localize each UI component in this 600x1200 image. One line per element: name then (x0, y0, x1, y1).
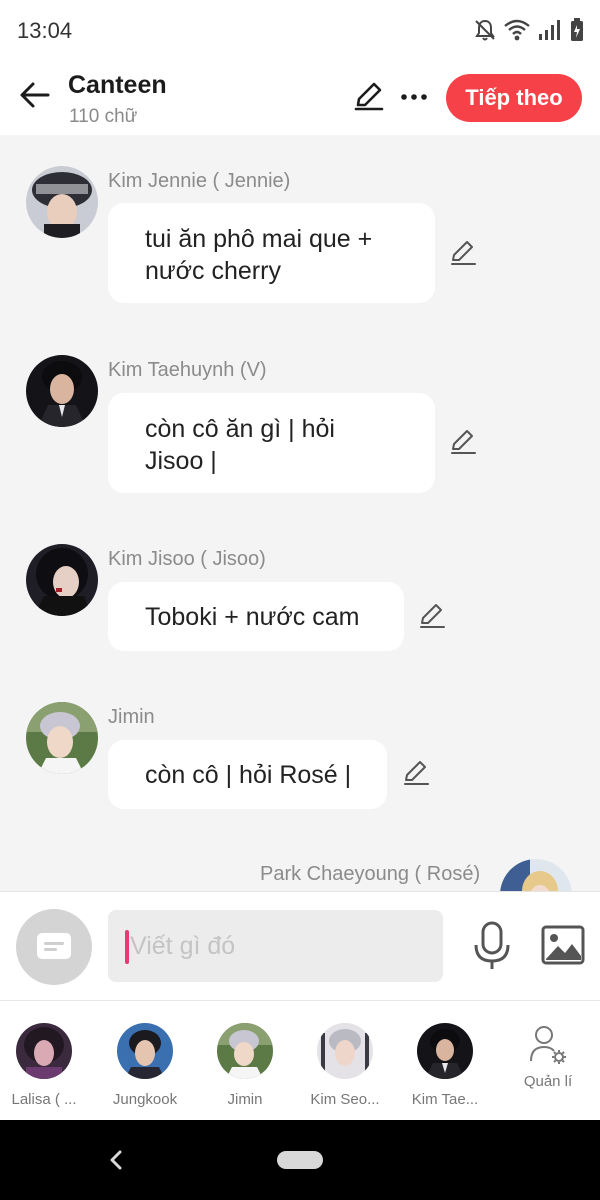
avatar-image (500, 859, 572, 891)
composer (0, 891, 600, 1000)
avatar-image (417, 1023, 473, 1079)
avatar-image (26, 355, 98, 427)
avatar (417, 1023, 473, 1079)
wifi-icon (504, 19, 530, 41)
roster-member[interactable]: Kim Tae... (395, 1023, 495, 1108)
back-arrow-icon[interactable] (18, 78, 52, 112)
header: Canteen 110 chữ Tiếp theo (0, 62, 600, 135)
roster-member-name: Lalisa ( ... (11, 1091, 77, 1108)
message-bubble[interactable]: còn cô ăn gì | hỏi Jisoo | (108, 393, 435, 493)
avatar (117, 1023, 173, 1079)
sender-name: Park Chaeyoung ( Rosé) (260, 863, 481, 885)
roster-member[interactable]: Jungkook (95, 1023, 195, 1108)
avatar-rose[interactable] (500, 859, 572, 891)
sender-name: Kim Jennie ( Jennie) (108, 170, 291, 192)
avatar-image (26, 544, 98, 616)
more-options-icon[interactable] (399, 82, 429, 112)
notifications-off-icon (475, 19, 495, 41)
message-input[interactable] (108, 910, 443, 982)
text-cursor (125, 930, 129, 964)
status-bar: 13:04 (0, 0, 600, 62)
edit-pencil-icon[interactable] (353, 80, 385, 112)
edit-message-icon[interactable] (449, 428, 477, 456)
avatar-image (26, 702, 98, 774)
avatar-image (26, 166, 98, 238)
avatar-jimin[interactable] (26, 702, 98, 774)
status-time: 13:04 (17, 18, 73, 43)
avatar (317, 1023, 373, 1079)
roster-member-name: Jimin (227, 1091, 263, 1108)
user-settings-icon (530, 1026, 566, 1064)
edit-message-icon[interactable] (449, 239, 477, 267)
edit-message-icon[interactable] (418, 602, 446, 630)
avatar-image (317, 1023, 373, 1079)
message-type-button[interactable] (16, 909, 92, 985)
roster-member[interactable]: Lalisa ( ... (0, 1023, 94, 1108)
roster-member-name: Jungkook (112, 1091, 178, 1108)
next-button[interactable]: Tiếp theo (446, 74, 582, 122)
sender-name: Kim Taehuynh (V) (108, 359, 267, 381)
member-roster: Lalisa ( ... Jungkook Jimin Kim Seo... K… (0, 1000, 600, 1120)
page-title: Canteen (68, 71, 167, 99)
sender-name: Jimin (108, 706, 155, 728)
message-card-icon (37, 933, 71, 959)
system-home-pill[interactable] (277, 1151, 323, 1169)
avatar-jisoo[interactable] (26, 544, 98, 616)
avatar-image (117, 1023, 173, 1079)
roster-member[interactable]: Jimin (195, 1023, 295, 1108)
system-back-icon[interactable] (104, 1146, 128, 1174)
message-bubble[interactable]: còn cô | hỏi Rosé | (108, 740, 387, 809)
message-bubble[interactable]: Toboki + nước cam (108, 582, 404, 651)
avatar (217, 1023, 273, 1079)
chat-area[interactable]: Kim Jennie ( Jennie) tui ăn phô mai que … (0, 135, 600, 891)
roster-member-name: Kim Seo... (310, 1091, 380, 1108)
avatar-taehyung[interactable] (26, 355, 98, 427)
battery-icon (571, 18, 583, 41)
avatar-jennie[interactable] (26, 166, 98, 238)
avatar-image (16, 1023, 72, 1079)
edit-message-icon[interactable] (402, 759, 430, 787)
image-icon[interactable] (541, 925, 585, 965)
system-navigation-bar (0, 1120, 600, 1200)
roster-member-name: Kim Tae... (411, 1091, 479, 1108)
roster-member[interactable]: Kim Seo... (295, 1023, 395, 1108)
status-icons (474, 16, 584, 44)
sender-name: Kim Jisoo ( Jisoo) (108, 548, 266, 570)
signal-icon (539, 20, 560, 40)
avatar (16, 1023, 72, 1079)
word-count: 110 chữ (69, 106, 138, 127)
avatar-image (217, 1023, 273, 1079)
message-bubble[interactable]: tui ăn phô mai que + nước cherry (108, 203, 435, 303)
microphone-icon[interactable] (471, 921, 513, 971)
manage-label: Quản lí (523, 1073, 573, 1090)
manage-button[interactable]: Quản lí (506, 1025, 590, 1090)
